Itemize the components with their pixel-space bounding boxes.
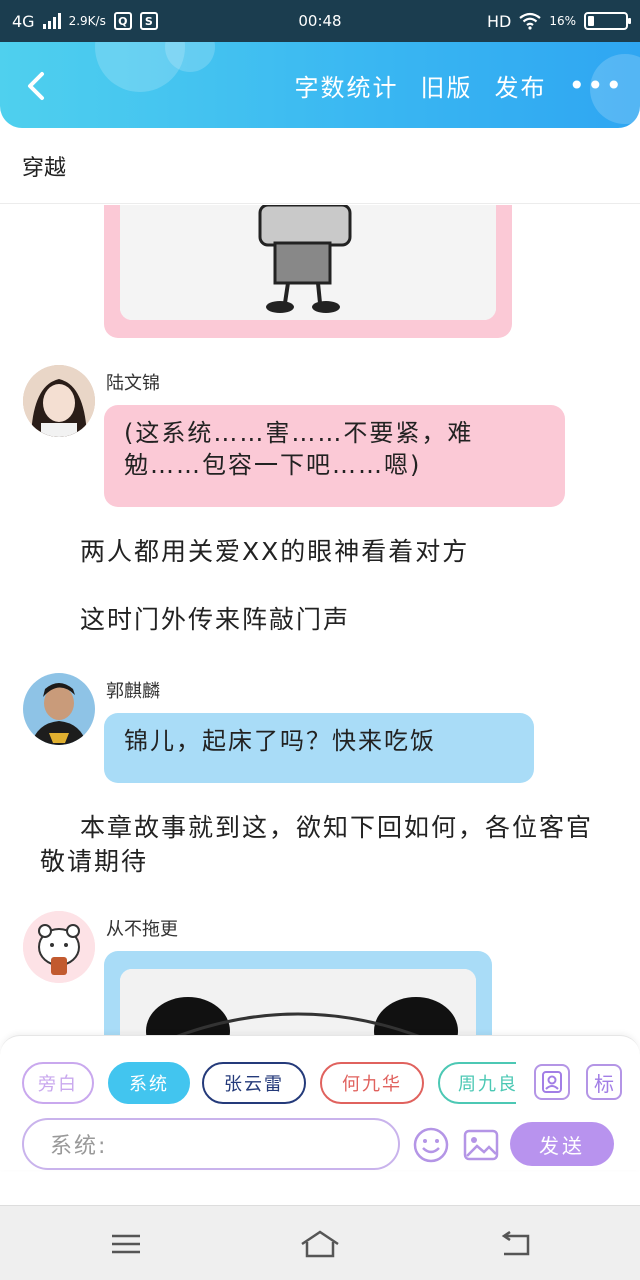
status-bar: 4G 2.9K/s Q S 00:48 HD 16% [0, 0, 640, 42]
message-input[interactable]: 系统: [22, 1118, 400, 1170]
system-nav-bar [0, 1205, 640, 1280]
image-message[interactable] [104, 205, 512, 338]
chevron-left-icon [28, 72, 44, 100]
story-content[interactable]: 陆文锦 (这系统……害……不要紧，难勉……包容一下吧……嗯) 两人都用关爱XX的… [0, 205, 640, 1035]
panda-image [120, 969, 476, 1035]
wifi-icon [519, 12, 542, 30]
narration-text[interactable]: 这时门外传来阵敲门声 [80, 603, 600, 637]
cartoon-image [120, 205, 496, 320]
role-chip-system[interactable]: 系统 [108, 1062, 190, 1104]
publish-button[interactable]: 发布 [494, 68, 546, 103]
signal-icon [42, 13, 61, 29]
menu-icon[interactable] [106, 1228, 146, 1260]
mark-button[interactable]: 标 [586, 1064, 622, 1100]
image-message[interactable] [104, 951, 492, 1035]
chat-bubble[interactable]: (这系统……害……不要紧，难勉……包容一下吧……嗯) [104, 405, 565, 507]
back-button[interactable] [18, 68, 54, 104]
send-button[interactable]: 发送 [510, 1122, 614, 1166]
role-chip-list[interactable]: 旁白 系统 张云雷 何九华 周九良 [0, 1036, 516, 1116]
return-icon[interactable] [496, 1228, 536, 1260]
home-icon[interactable] [298, 1228, 342, 1260]
s-app-icon: S [139, 12, 158, 30]
network-label: 4G [12, 11, 35, 31]
battery-icon [584, 12, 631, 30]
qq-icon: Q [113, 12, 132, 30]
old-version-button[interactable]: 旧版 [420, 68, 472, 103]
role-chip-he-jiuhua[interactable]: 何九华 [320, 1062, 424, 1104]
composer-panel: 旁白 系统 张云雷 何九华 周九良 标 系统: 发送 [0, 1035, 640, 1170]
sender-name: 从不拖更 [106, 919, 178, 940]
word-count-button[interactable]: 字数统计 [294, 68, 398, 103]
role-manage-button[interactable] [534, 1064, 570, 1100]
hd-label: HD [486, 11, 512, 31]
smiley-icon[interactable] [412, 1126, 450, 1164]
role-chip-zhang-yunlei[interactable]: 张云雷 [202, 1062, 306, 1104]
avatar[interactable] [23, 673, 95, 745]
sender-name: 郭麒麟 [106, 681, 160, 702]
app-header: 字数统计 旧版 发布 ••• [0, 42, 640, 128]
avatar[interactable] [23, 365, 95, 437]
input-placeholder: 系统: [50, 1134, 108, 1159]
narration-text[interactable]: 两人都用关爱XX的眼神看着对方 [80, 535, 600, 569]
story-title[interactable]: 穿越 [0, 128, 640, 204]
more-icon[interactable]: ••• [568, 71, 624, 99]
story-title-text: 穿越 [22, 156, 67, 181]
image-icon[interactable] [462, 1126, 500, 1164]
chat-bubble[interactable]: 锦儿，起床了吗？快来吃饭 [104, 713, 534, 783]
narration-text[interactable]: 本章故事就到这，欲知下回如何，各位客官敬请期待 [40, 811, 600, 879]
battery-percent: 16% [549, 14, 576, 28]
avatar[interactable] [23, 911, 95, 983]
sender-name: 陆文锦 [106, 373, 160, 394]
net-speed: 2.9K/s [68, 14, 106, 28]
person-card-icon [542, 1071, 562, 1093]
role-chip-narrator[interactable]: 旁白 [22, 1062, 94, 1104]
narration-span: 本章故事就到这，欲知下回如何，各位客官敬请期待 [40, 813, 594, 876]
role-chip-zhou-jiuliang[interactable]: 周九良 [438, 1062, 516, 1104]
